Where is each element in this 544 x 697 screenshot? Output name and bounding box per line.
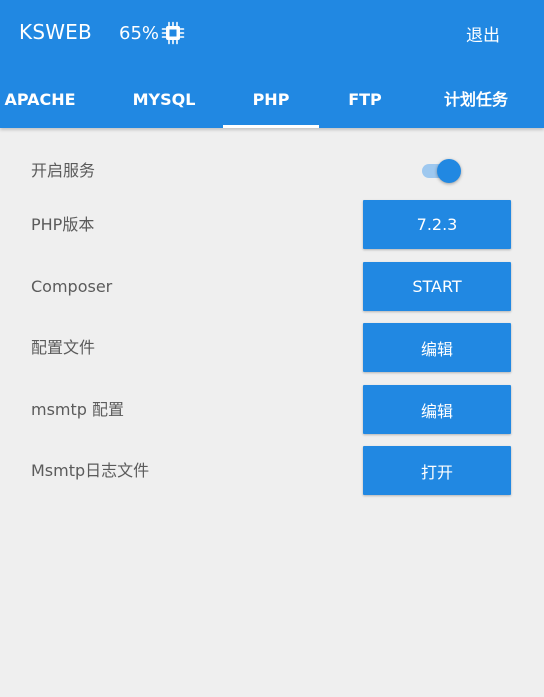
tab-mysql[interactable]: MYSQL	[118, 78, 210, 128]
exit-button[interactable]: 退出	[466, 21, 500, 46]
setting-row-msmtp-log: Msmtp日志文件 打开	[0, 446, 544, 496]
service-label: 开启服务	[31, 161, 96, 180]
composer-label: Composer	[31, 277, 113, 296]
tab-bar: APACHE MYSQL PHP FTP 计划任务	[0, 78, 544, 128]
setting-row-config-file: 配置文件 编辑	[0, 323, 544, 373]
config-file-edit-button[interactable]: 编辑	[363, 323, 511, 372]
msmtp-config-label: msmtp 配置	[31, 400, 125, 419]
toolbar: KSWEB 65% 退出	[0, 0, 544, 66]
msmtp-log-open-button[interactable]: 打开	[363, 446, 511, 495]
tab-cron-tasks[interactable]: 计划任务	[434, 78, 518, 128]
php-version-label: PHP版本	[31, 215, 95, 234]
cpu-usage-text: 65%	[119, 22, 160, 44]
cpu-indicator: 65%	[119, 20, 185, 46]
cpu-chip-icon	[161, 21, 185, 45]
setting-row-php-version: PHP版本 7.2.3	[0, 200, 544, 250]
setting-row-msmtp-config: msmtp 配置 编辑	[0, 385, 544, 435]
toggle-thumb	[437, 159, 461, 183]
msmtp-log-label: Msmtp日志文件	[31, 461, 150, 480]
app-title: KSWEB	[19, 20, 92, 44]
app-bar: KSWEB 65% 退出 APACHE MYSQL PHP FTP 计划任务	[0, 0, 544, 128]
service-toggle[interactable]	[421, 158, 465, 184]
setting-row-service: 开启服务	[0, 146, 544, 196]
tab-ftp[interactable]: FTP	[329, 78, 401, 128]
msmtp-config-edit-button[interactable]: 编辑	[363, 385, 511, 434]
composer-start-button[interactable]: START	[363, 262, 511, 311]
setting-row-composer: Composer START	[0, 262, 544, 312]
tab-apache[interactable]: APACHE	[0, 78, 80, 128]
config-file-label: 配置文件	[31, 338, 96, 357]
tab-php[interactable]: PHP	[223, 78, 319, 128]
php-version-button[interactable]: 7.2.3	[363, 200, 511, 249]
